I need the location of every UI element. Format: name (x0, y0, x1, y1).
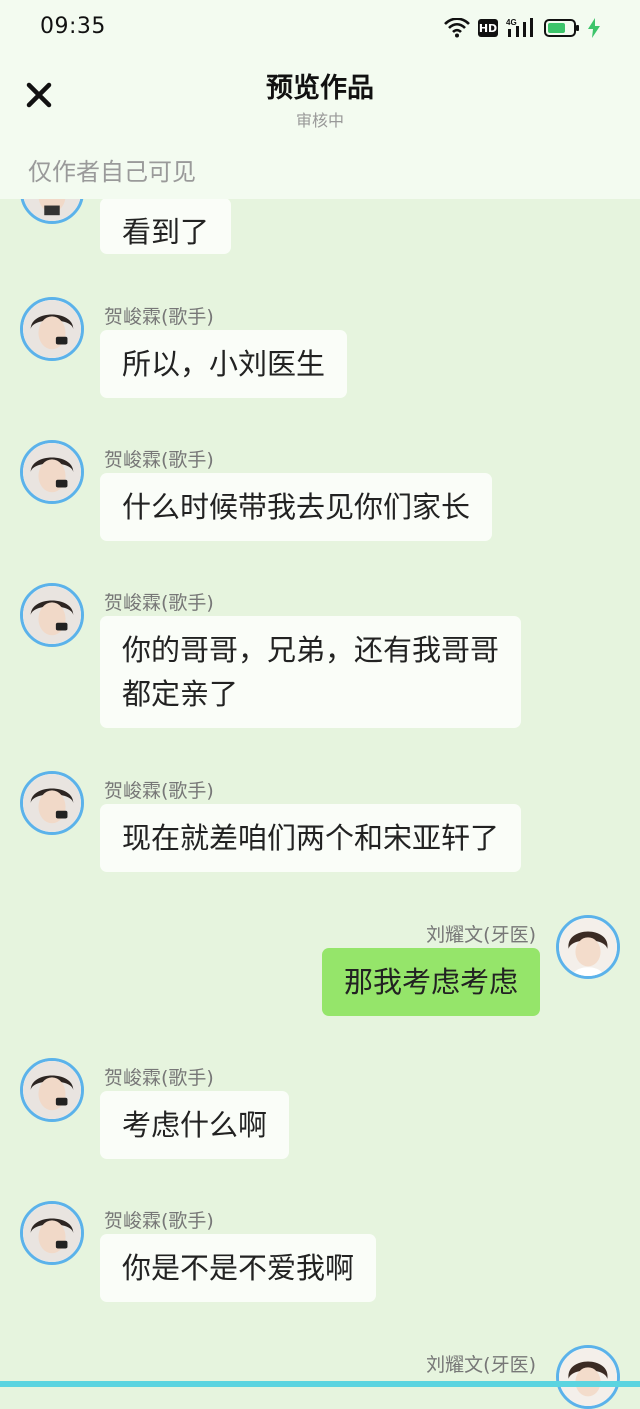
avatar-he-junlin[interactable] (20, 1058, 84, 1122)
avatar-he-junlin[interactable] (20, 583, 84, 647)
sender-name: 刘耀文(牙医) (426, 924, 536, 946)
status-icons: HD 4G (444, 16, 600, 40)
sender-name: 刘耀文(牙医) (426, 1354, 536, 1376)
message-bubble[interactable]: 你是不是不爱我啊 (100, 1234, 377, 1302)
lightning-icon (588, 18, 600, 38)
wifi-icon (444, 18, 470, 38)
bottom-edge-bar (0, 1381, 640, 1387)
review-status: 审核中 (295, 111, 344, 130)
sender-name: 贺峻霖(歌手) (104, 306, 214, 328)
message-bubble[interactable]: 什么时候带我去见你们家长 (100, 473, 493, 541)
battery-icon (544, 18, 580, 38)
message-bubble[interactable]: 看到了 (100, 198, 232, 254)
chat-area: 看到了 贺峻霖(歌手) 所以，小刘医生 贺峻霖(歌手) 什么时候带我去见你们家长… (0, 0, 640, 1409)
status-time: 09:35 (40, 14, 106, 39)
sender-name: 贺峻霖(歌手) (104, 449, 214, 471)
avatar-liu-yaowen[interactable] (556, 915, 620, 979)
message-bubble[interactable]: 考虑什么啊 (100, 1091, 290, 1159)
sender-name: 贺峻霖(歌手) (104, 780, 214, 802)
message-bubble[interactable]: 你的哥哥，兄弟，还有我哥哥 都定亲了 (100, 616, 522, 728)
header: 预览作品 审核中 仅作者自己可见 (0, 56, 640, 199)
message-bubble[interactable]: 现在就差咱们两个和宋亚轩了 (100, 804, 522, 872)
message-bubble[interactable]: 所以，小刘医生 (100, 330, 348, 398)
avatar-he-junlin[interactable] (20, 297, 84, 361)
message-bubble[interactable]: 那我考虑考虑 (321, 948, 540, 1016)
avatar-he-junlin[interactable] (20, 771, 84, 835)
sender-name: 贺峻霖(歌手) (104, 1210, 214, 1232)
svg-text:4G: 4G (506, 18, 517, 27)
avatar-he-junlin[interactable] (20, 1201, 84, 1265)
hd-icon: HD (478, 19, 498, 37)
page-title: 预览作品 (266, 73, 374, 104)
avatar-he-junlin[interactable] (20, 440, 84, 504)
sender-name: 贺峻霖(歌手) (104, 1067, 214, 1089)
visibility-note: 仅作者自己可见 (28, 158, 196, 186)
avatar-liu-yaowen[interactable] (556, 1345, 620, 1409)
status-bar: 09:35 HD 4G (0, 0, 640, 56)
signal-icon: 4G (506, 17, 536, 39)
sender-name: 贺峻霖(歌手) (104, 592, 214, 614)
